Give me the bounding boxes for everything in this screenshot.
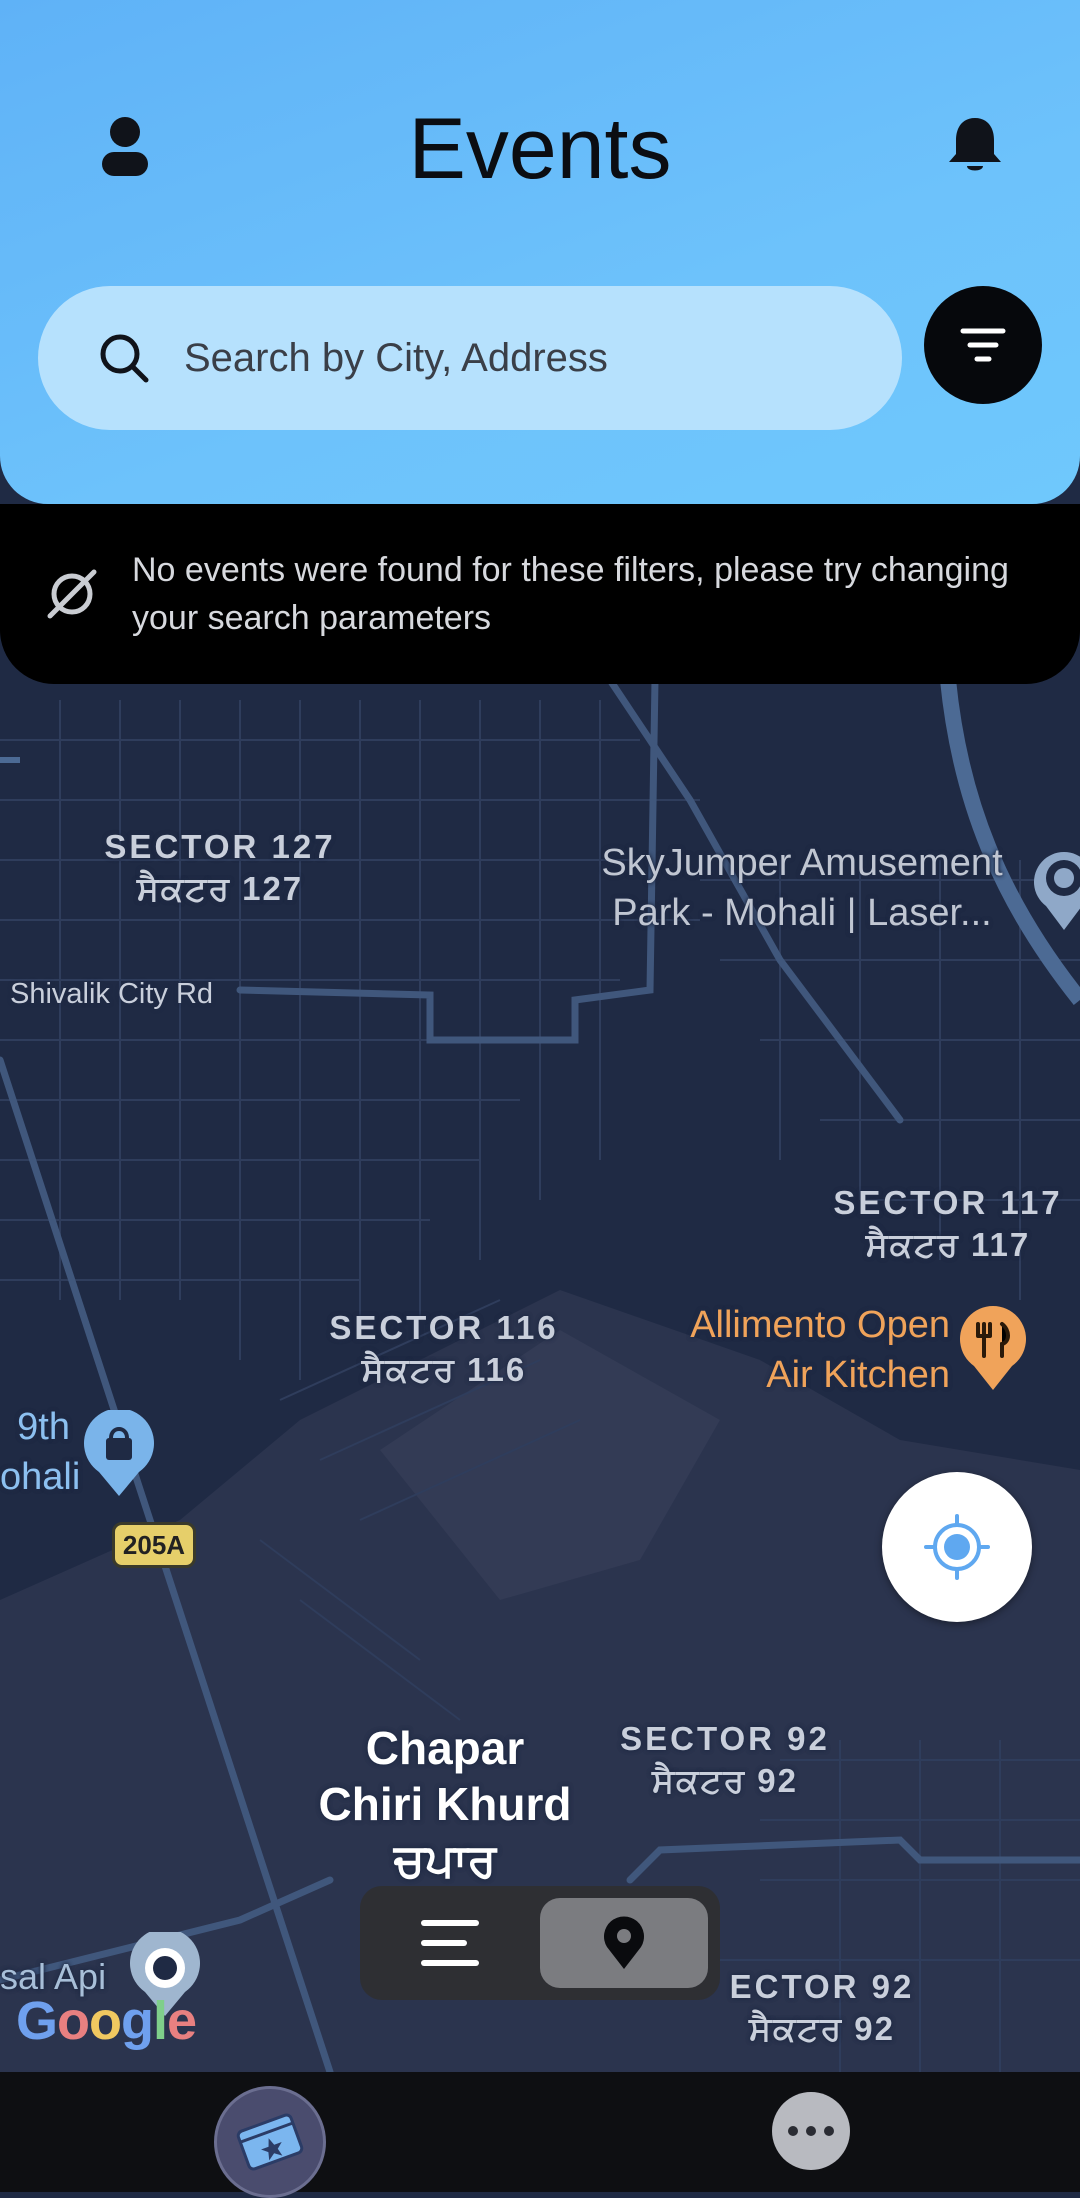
search-icon bbox=[100, 334, 149, 383]
sector-name-local: ਸੈਕਟਰ 117 bbox=[865, 1226, 1031, 1263]
filter-button[interactable] bbox=[924, 286, 1042, 404]
nav-events-tab[interactable] bbox=[214, 2086, 326, 2198]
nav-more-button[interactable] bbox=[772, 2092, 850, 2170]
poi-label-skyjumper[interactable]: SkyJumper Amusement Park - Mohali | Lase… bbox=[572, 838, 1032, 938]
sector-name: SECTOR 127 bbox=[104, 828, 336, 865]
sector-name-local: ਸੈਕਟਰ 127 bbox=[136, 870, 304, 907]
poi-line: SkyJumper Amusement bbox=[601, 842, 1003, 884]
map-label-sector-117: SECTOR 117 ਸੈਕਟਰ 117 bbox=[818, 1182, 1078, 1266]
map-label-sector-92: SECTOR 92 ਸੈਕਟਰ 92 bbox=[600, 1718, 850, 1802]
map-view-button[interactable] bbox=[540, 1898, 708, 1988]
place-line: ਚਪਾਰ bbox=[393, 1834, 497, 1886]
poi-line: ohali bbox=[0, 1456, 81, 1498]
place-line: Chapar bbox=[365, 1722, 525, 1774]
shopping-bag-marker-icon[interactable] bbox=[84, 1408, 154, 1503]
poi-marker-skyjumper[interactable] bbox=[1034, 846, 1080, 937]
ticket-icon bbox=[236, 2113, 304, 2171]
sector-name: SECTOR 116 bbox=[329, 1309, 559, 1346]
map-label-sector-116: SECTOR 116 ਸੈਕਟਰ 116 bbox=[314, 1307, 574, 1391]
map-label-sector-127: SECTOR 127 ਸੈਕਟਰ 127 bbox=[90, 826, 350, 910]
poi-label-allimento[interactable]: Allimento Open Air Kitchen bbox=[600, 1300, 950, 1400]
bottom-navigation bbox=[0, 2072, 1080, 2198]
bell-icon bbox=[949, 118, 1001, 171]
more-dots-icon bbox=[788, 2126, 834, 2136]
sector-name-local: ਸੈਕਟਰ 92 bbox=[652, 1762, 798, 1799]
no-results-banner: No events were found for these filters, … bbox=[0, 504, 1080, 684]
list-icon bbox=[421, 1920, 479, 1966]
my-location-button[interactable] bbox=[882, 1472, 1032, 1622]
sector-name-local: ਸੈਕਟਰ 92 bbox=[749, 2010, 895, 2047]
poi-line: Allimento Open bbox=[690, 1304, 950, 1346]
google-attribution: Google bbox=[16, 1991, 197, 2051]
poi-line: Air Kitchen bbox=[766, 1354, 950, 1396]
poi-line: 9th bbox=[17, 1406, 70, 1448]
map-pin-icon bbox=[604, 1916, 644, 1969]
restaurant-marker-icon[interactable] bbox=[960, 1306, 1026, 1397]
sector-name: SECTOR 92 bbox=[620, 1720, 830, 1757]
place-label-chapar-chiri-khurd: Chapar Chiri Khurd ਚਪਾਰ bbox=[300, 1720, 590, 1888]
poi-line: Park - Mohali | Laser... bbox=[612, 892, 992, 934]
road-label: Shivalik City Rd bbox=[10, 978, 214, 1010]
filter-icon bbox=[960, 328, 1006, 362]
place-line: Chiri Khurd bbox=[318, 1778, 572, 1830]
list-view-button[interactable] bbox=[366, 1894, 534, 1992]
poi-label-left[interactable]: 9th ohali bbox=[0, 1402, 81, 1502]
map-label-sector-92-partial: ECTOR 92 ਸੈਕਟਰ 92 bbox=[712, 1966, 932, 2050]
page-title: Events bbox=[408, 101, 672, 197]
header: Events bbox=[0, 0, 1080, 504]
notifications-button[interactable] bbox=[940, 110, 1010, 180]
view-toggle bbox=[360, 1886, 720, 2000]
sector-name: SECTOR 117 bbox=[833, 1184, 1063, 1221]
highway-shield: 205A bbox=[112, 1522, 196, 1568]
search-input[interactable] bbox=[182, 334, 846, 382]
search-bar[interactable] bbox=[38, 286, 902, 430]
sector-name-local: ਸੈਕਟਰ 116 bbox=[361, 1351, 527, 1388]
no-results-icon bbox=[47, 569, 97, 619]
my-location-icon bbox=[924, 1514, 990, 1580]
sector-name: ECTOR 92 bbox=[729, 1968, 915, 2005]
no-results-message: No events were found for these filters, … bbox=[132, 551, 1009, 637]
